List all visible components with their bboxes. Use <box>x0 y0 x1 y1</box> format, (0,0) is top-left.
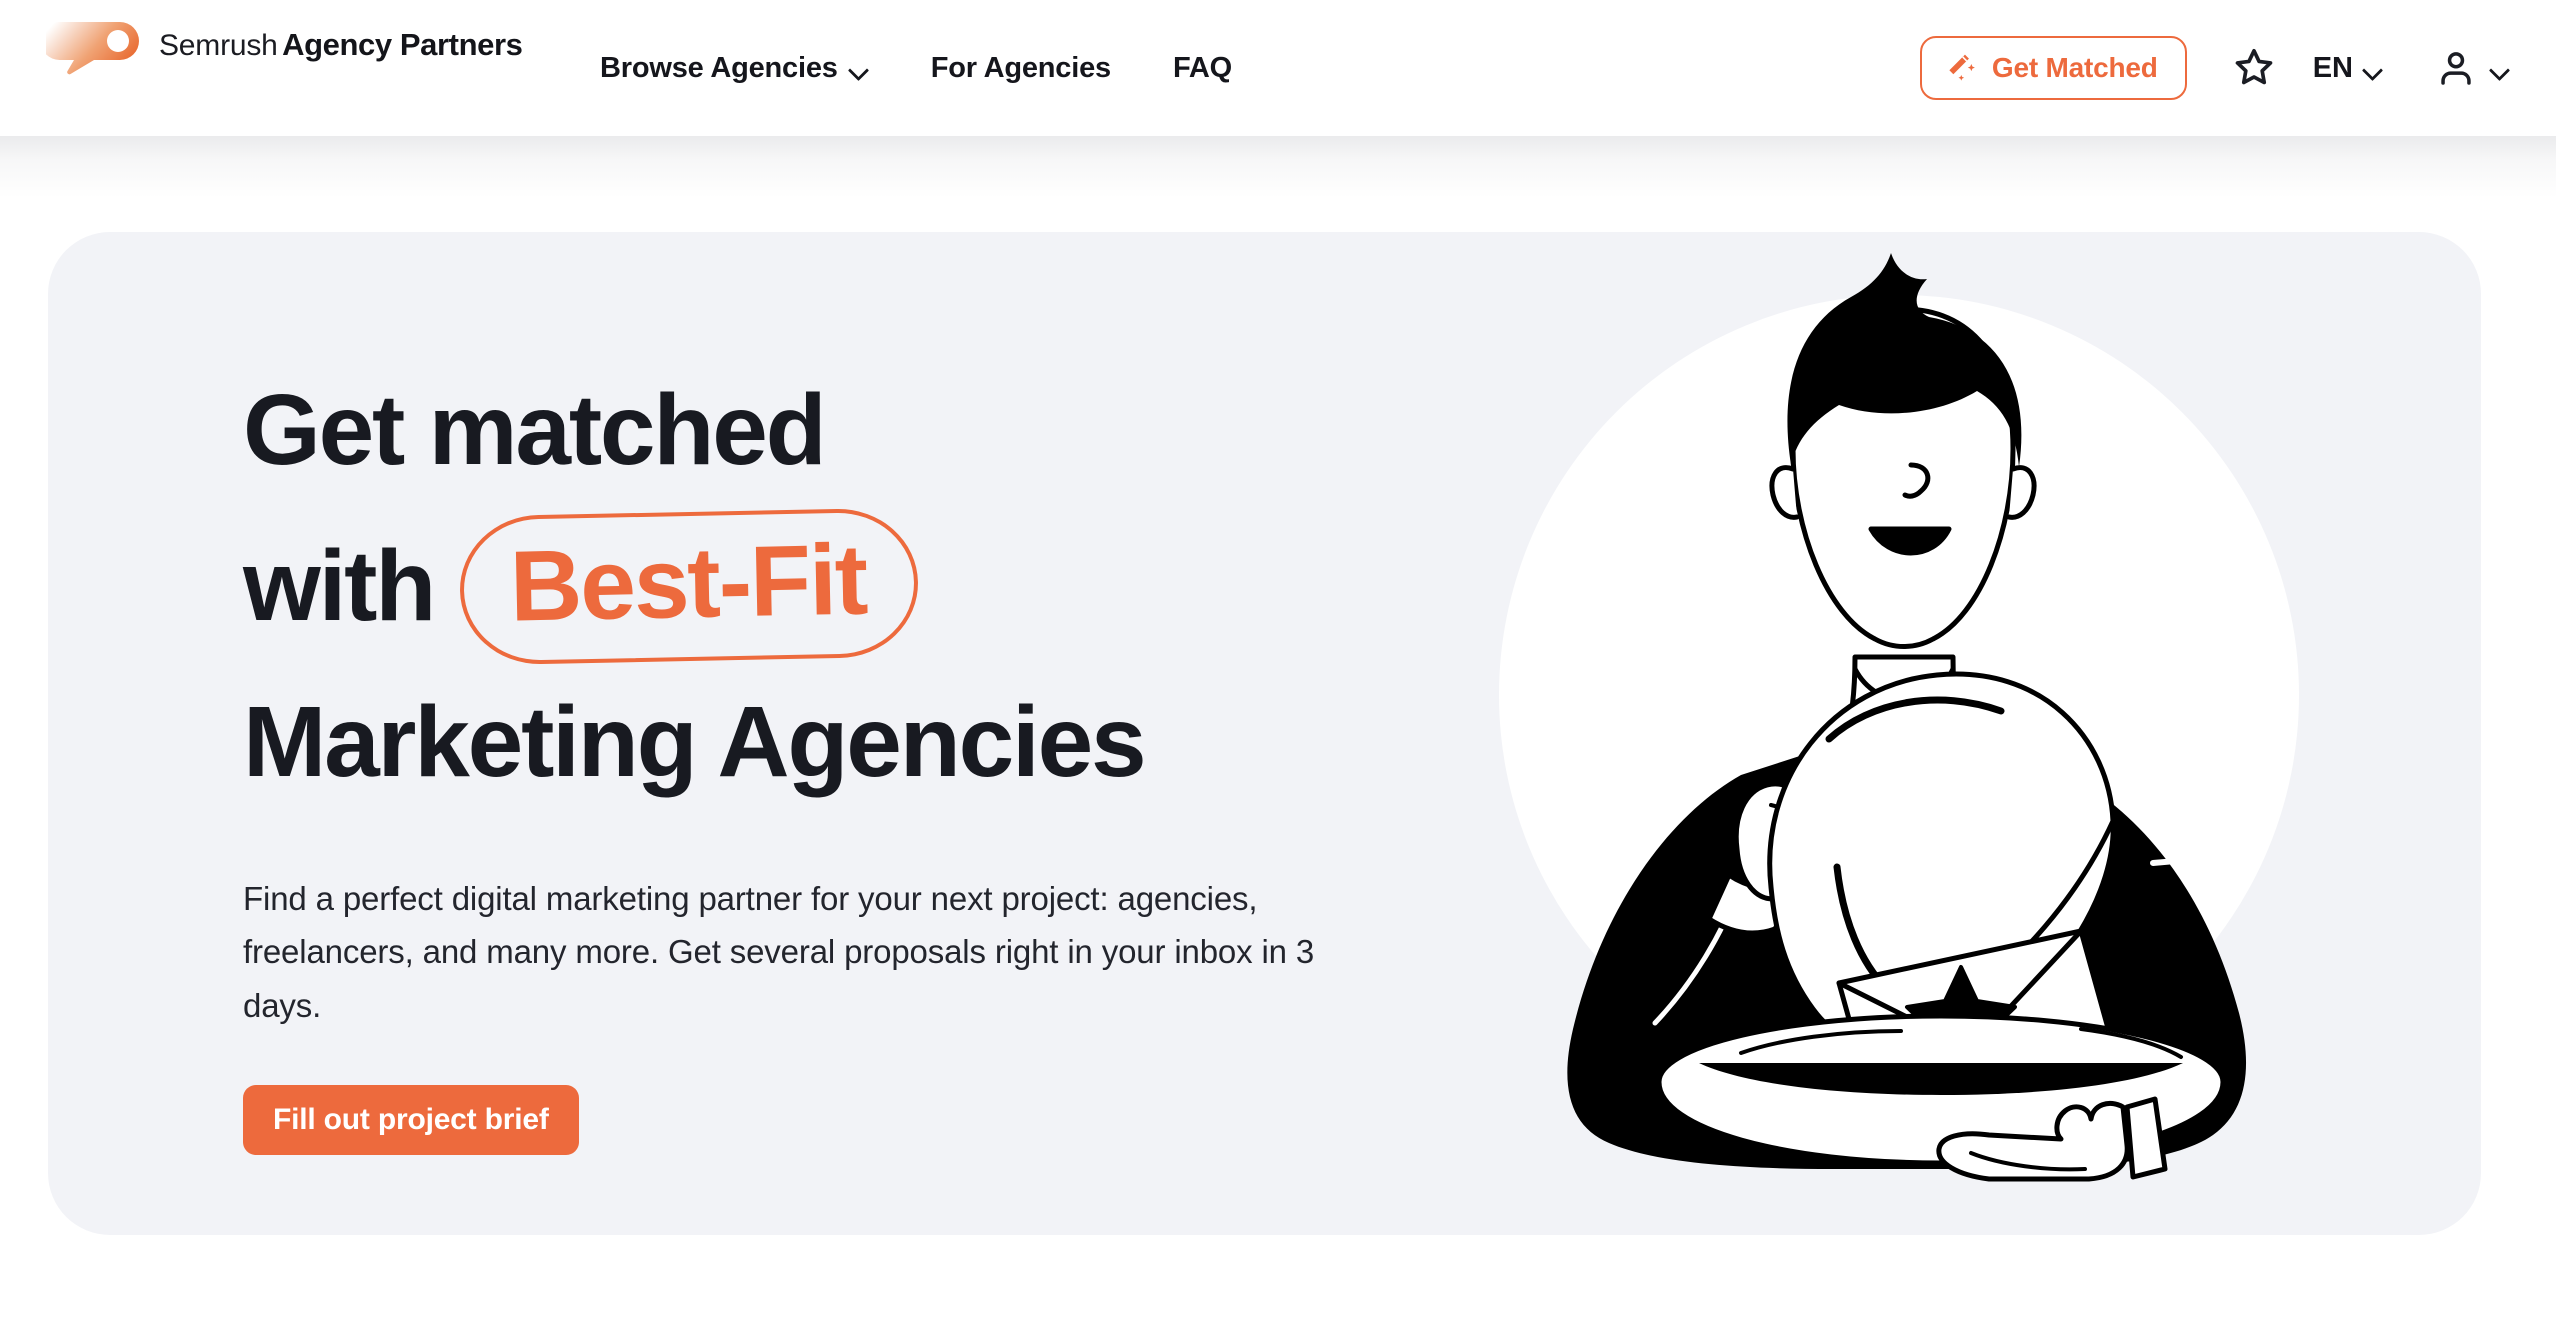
nav-label: For Agencies <box>930 51 1111 84</box>
nav-label: Browse Agencies <box>600 51 838 84</box>
get-matched-label: Get Matched <box>1991 52 2158 83</box>
brand-name-top: Semrush <box>159 28 278 62</box>
headline-highlight-pill: Best-Fit <box>458 506 920 666</box>
fill-out-project-brief-button[interactable]: Fill out project brief <box>243 1085 579 1156</box>
chevron-down-icon <box>2490 60 2510 80</box>
favorites-button[interactable] <box>2225 39 2283 97</box>
get-matched-button[interactable]: Get Matched <box>1919 36 2187 100</box>
nav-item-browse-agencies[interactable]: Browse Agencies <box>600 42 869 95</box>
hero-copy: Get matched with Best-Fit Marketing Agen… <box>243 352 1423 1156</box>
nav-item-faq[interactable]: FAQ <box>1173 42 1232 95</box>
hero-subcopy: Find a perfect digital marketing partner… <box>243 880 1315 1024</box>
language-selector[interactable]: EN <box>2313 52 2383 85</box>
semrush-logo-icon <box>40 16 144 76</box>
site-header: Semrush Agency Partners Browse Agencies … <box>0 0 2556 136</box>
main-navigation: Browse Agencies For Agencies FAQ <box>600 0 1232 136</box>
brand-name-bottom: Agency Partners <box>282 26 523 62</box>
chevron-down-icon <box>849 60 869 80</box>
person-icon <box>2435 47 2477 89</box>
waiter-serving-envelope-illustration <box>1441 232 2331 1187</box>
hero-card: Get matched with Best-Fit Marketing Agen… <box>48 232 2481 1235</box>
header-actions: Get Matched EN <box>1919 0 2510 136</box>
headline-line-2-prefix: with <box>243 530 436 642</box>
star-icon <box>2232 46 2276 90</box>
headline-line-1: Get matched <box>243 374 827 486</box>
magic-wand-icon <box>1944 51 1978 85</box>
page-title: Get matched with Best-Fit Marketing Agen… <box>243 352 1423 820</box>
account-menu[interactable] <box>2435 47 2510 89</box>
headline-line-2: with Best-Fit <box>243 506 1423 666</box>
brand-logo[interactable]: Semrush Agency Partners <box>40 16 523 76</box>
page-root: Semrush Agency Partners Browse Agencies … <box>0 0 2556 1320</box>
headline-line-3: Marketing Agencies <box>243 686 1147 798</box>
nav-item-for-agencies[interactable]: For Agencies <box>931 42 1111 95</box>
header-shadow <box>0 136 2556 198</box>
nav-label: FAQ <box>1172 51 1232 84</box>
language-label: EN <box>2312 51 2353 84</box>
chevron-down-icon <box>2363 60 2383 80</box>
brand-wordmark: Semrush Agency Partners <box>159 27 523 66</box>
